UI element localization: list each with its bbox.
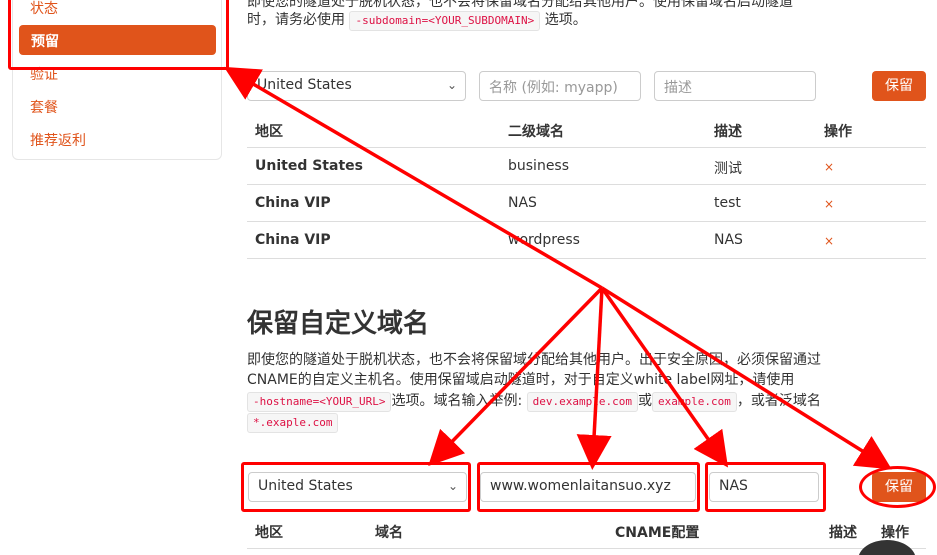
row-divider: [247, 258, 926, 259]
select-value: United States: [257, 77, 352, 93]
desc-text: 选项。域名输入举例:: [391, 393, 523, 409]
row-divider: [247, 221, 926, 222]
col-header-domain: 域名: [375, 525, 403, 541]
col-header-cname: CNAME配置: [615, 525, 700, 541]
table-cell-subdomain: wordpress: [508, 232, 580, 248]
intro-line-2: 时，请务必使用 -subdomain=<YOUR_SUBDOMAIN> 选项。: [247, 10, 587, 31]
subdomain-name-input[interactable]: 名称 (例如: myapp): [479, 71, 641, 101]
custom-desc-line-4: *.exaple.com: [247, 412, 339, 433]
desc-text: ，或者泛域名: [736, 393, 821, 409]
table-cell-region: China VIP: [255, 232, 331, 248]
annotation-box-sidebar: [8, 0, 229, 70]
table-cell-region: China VIP: [255, 195, 331, 211]
col-header-subdomain: 二级域名: [508, 124, 564, 140]
annotation-box-desc: [705, 462, 826, 512]
custom-desc-line-2: CNAME的自定义主机名。使用保留域启动隧道时，对于自定义white label…: [247, 372, 795, 388]
intro-text: 时，请务必使用: [247, 12, 345, 28]
row-divider: [247, 184, 926, 185]
col-header-desc: 描述: [829, 525, 857, 541]
subdomain-region-select[interactable]: United States ⌄: [247, 71, 466, 101]
arrow-to-sidebar: [223, 66, 603, 290]
reserve-subdomain-button[interactable]: 保留: [872, 71, 926, 101]
delete-icon[interactable]: ×: [824, 160, 834, 174]
custom-desc-line-3: -hostname=<YOUR_URL> 选项。域名输入举例: dev.examp…: [247, 391, 821, 412]
floating-chat-button[interactable]: [858, 540, 916, 555]
sidebar-item-referral[interactable]: 推荐返利: [30, 130, 86, 150]
table-cell-desc: 测试: [714, 161, 742, 177]
annotation-box-region: [241, 462, 471, 512]
delete-icon[interactable]: ×: [824, 197, 834, 211]
col-header-region: 地区: [255, 525, 283, 541]
desc-text: 或: [637, 393, 652, 409]
chevron-down-icon: ⌄: [446, 78, 457, 92]
annotation-oval-button: [859, 466, 936, 508]
col-header-action: 操作: [881, 525, 909, 541]
sidebar-item-plan[interactable]: 套餐: [30, 97, 58, 117]
table-cell-subdomain: NAS: [508, 195, 537, 211]
row-divider: [247, 548, 926, 549]
subdomain-desc-input[interactable]: 描述: [654, 71, 816, 101]
intro-text-suffix: 选项。: [544, 12, 587, 28]
col-header-region: 地区: [255, 124, 283, 140]
table-cell-region: United States: [255, 158, 363, 174]
col-header-action: 操作: [824, 124, 852, 140]
table-cell-desc: test: [714, 195, 741, 211]
row-divider: [247, 147, 926, 148]
subdomain-code: -subdomain=<YOUR_SUBDOMAIN>: [349, 11, 541, 31]
section-title: 保留自定义域名: [247, 309, 430, 339]
example-code: dev.example.com: [526, 392, 638, 412]
table-cell-desc: NAS: [714, 232, 743, 248]
annotation-box-domain: [477, 462, 700, 512]
table-cell-subdomain: business: [508, 158, 570, 174]
col-header-desc: 描述: [714, 124, 742, 140]
custom-desc-line-1: 即使您的隧道处于脱机状态，也不会将保留域分配给其他用户。出于安全原因，必须保留通…: [247, 352, 821, 368]
hostname-code: -hostname=<YOUR_URL>: [247, 392, 392, 412]
wildcard-code: *.exaple.com: [247, 413, 339, 433]
delete-icon[interactable]: ×: [824, 234, 834, 248]
example-code: example.com: [651, 392, 737, 412]
